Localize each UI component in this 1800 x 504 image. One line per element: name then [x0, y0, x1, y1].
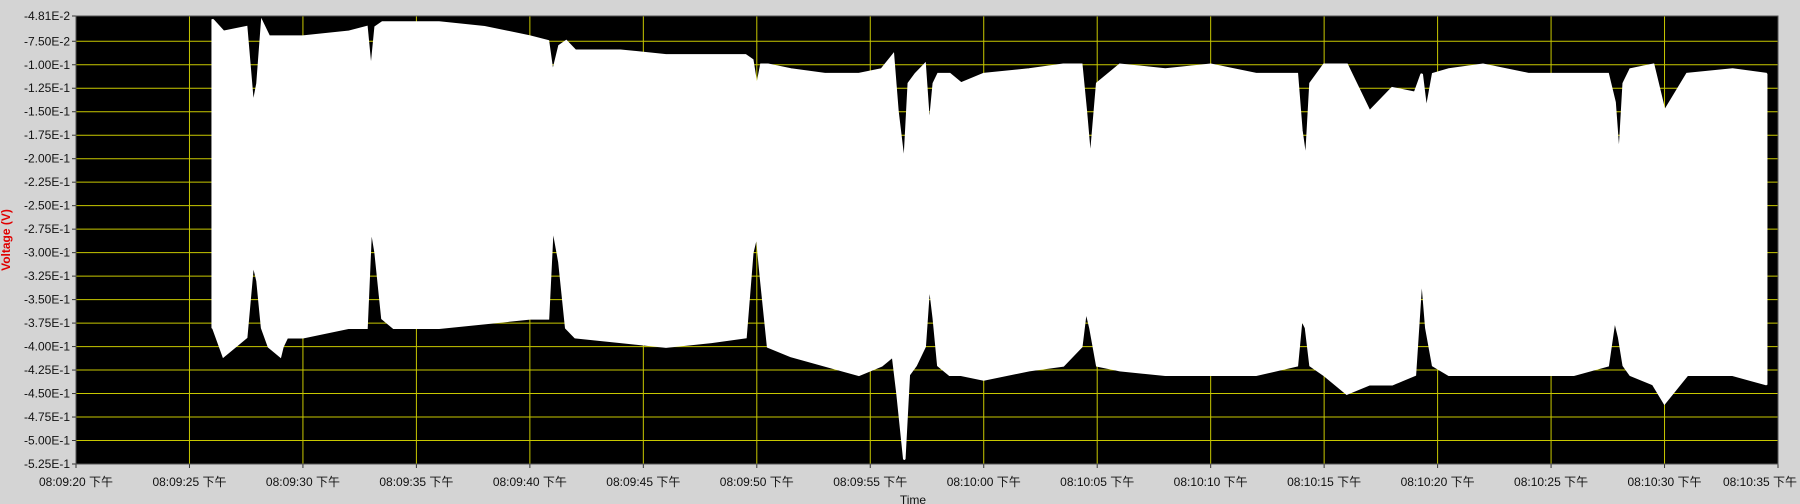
x-tick-label: 08:10:05 下午 — [1060, 475, 1134, 489]
y-tick-label: -1.00E-1 — [24, 58, 70, 72]
y-tick-label: -4.00E-1 — [24, 340, 70, 354]
y-tick-label: -4.75E-1 — [24, 410, 70, 424]
x-tick-label: 08:09:35 下午 — [379, 475, 453, 489]
y-tick-label: -1.75E-1 — [24, 128, 70, 142]
y-tick-label: -1.50E-1 — [24, 105, 70, 119]
x-tick-label: 08:10:35 下午 — [1723, 475, 1797, 489]
y-tick-label: -2.50E-1 — [24, 199, 70, 213]
y-tick-label: -5.25E-1 — [24, 457, 70, 471]
x-tick-label: 08:09:30 下午 — [266, 475, 340, 489]
y-tick-label: -5.00E-1 — [24, 434, 70, 448]
y-tick-label: -3.25E-1 — [24, 269, 70, 283]
y-tick-label: -7.50E-2 — [24, 34, 70, 48]
y-tick-label: -2.00E-1 — [24, 152, 70, 166]
x-tick-label: 08:09:45 下午 — [606, 475, 680, 489]
x-axis-title: Time — [900, 493, 927, 504]
chart-panel: -4.81E-2 -7.50E-2 -1.00E-1 -1.25E-1 -1.50E-1… — [0, 0, 1800, 504]
x-tick-label: 08:10:00 下午 — [947, 475, 1021, 489]
y-tick-label: -3.00E-1 — [24, 246, 70, 260]
x-tick-label: 08:09:25 下午 — [152, 475, 226, 489]
x-tick-label: 08:10:30 下午 — [1628, 475, 1702, 489]
y-tick-label: -4.25E-1 — [24, 363, 70, 377]
x-tick-label: 08:10:25 下午 — [1514, 475, 1588, 489]
y-tick-label: -2.25E-1 — [24, 175, 70, 189]
y-tick-label: -2.75E-1 — [24, 222, 70, 236]
y-tick-label: -4.50E-1 — [24, 387, 70, 401]
x-tick-label: 08:09:50 下午 — [720, 475, 794, 489]
x-tick-label: 08:10:15 下午 — [1287, 475, 1361, 489]
y-tick-label: -3.50E-1 — [24, 293, 70, 307]
y-tick-label: -3.75E-1 — [24, 316, 70, 330]
y-tick-label: -1.25E-1 — [24, 81, 70, 95]
x-tick-label: 08:10:20 下午 — [1401, 475, 1475, 489]
y-axis-title: Voltage (V) — [0, 209, 13, 271]
x-tick-label: 08:10:10 下午 — [1174, 475, 1248, 489]
x-tick-label: 08:09:40 下午 — [493, 475, 567, 489]
x-tick-label: 08:09:55 下午 — [833, 475, 907, 489]
y-tick-label: -4.81E-2 — [24, 9, 70, 23]
x-tick-label: 08:09:20 下午 — [39, 475, 113, 489]
voltage-time-chart: -4.81E-2 -7.50E-2 -1.00E-1 -1.25E-1 -1.50E-1… — [0, 0, 1800, 504]
